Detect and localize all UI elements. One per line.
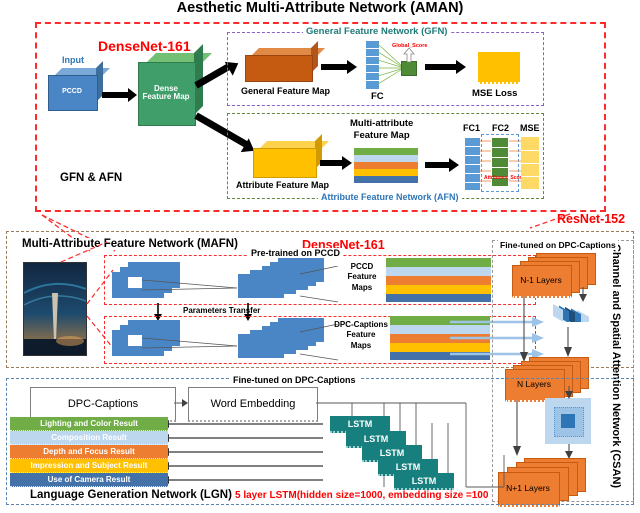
afn-mse-column	[521, 137, 539, 189]
dense-feature-map-label: Dense Feature Map	[138, 62, 194, 124]
csan-finetuned-label: Fine-tuned on DPC-Captions	[498, 240, 618, 250]
resnet-connector-lines	[529, 213, 571, 229]
pccd-fm-line-1: PCCD	[350, 262, 374, 271]
mafn-title: Multi-Attribute Feature Network (MAFN)	[20, 238, 240, 250]
arrowhead-gfm-to-fc	[347, 60, 357, 74]
lgn-finetuned-label: Fine-tuned on DPC-Captions	[230, 375, 359, 385]
cnn-conn-row2	[142, 337, 238, 349]
lstm-label-1: LSTM	[363, 433, 389, 444]
dpc-fm-line-1: DPC-Captions	[334, 320, 388, 329]
pccd-stripe-1	[386, 267, 491, 276]
arrowhead-input-to-dense	[128, 88, 137, 102]
pccd-input-label: PCCD	[62, 88, 82, 96]
lstm-label-0: LSTM	[347, 418, 373, 429]
result-label-1: Composition Result	[51, 433, 127, 442]
lgn-title: Language Generation Network (LGN)	[30, 489, 232, 501]
pccd-stripe-0	[386, 258, 491, 267]
multiattr-line-2: Feature Map	[353, 129, 410, 141]
fc-label: FC	[371, 91, 384, 102]
lstm-note: 5 layer LSTM(hidden size=1000, embedding…	[235, 490, 489, 501]
multi-attribute-stripes	[354, 148, 418, 183]
dpc-fm-line-2: Feature	[346, 330, 376, 340]
stripe-0	[354, 148, 418, 155]
arrow-nminus1-to-n	[520, 296, 528, 362]
fc1-label: FC1	[463, 123, 481, 133]
arrowhead-multiattr-to-fc1	[449, 158, 459, 172]
dense-line-2: Feature Map	[142, 92, 190, 101]
result-label-2: Depth and Focus Result	[43, 447, 135, 456]
lstm-cell-4: LSTM	[394, 473, 454, 490]
pccd-stripe-4	[386, 294, 491, 302]
lstm-label-4: LSTM	[411, 475, 437, 486]
pccd-stripe-3	[386, 285, 491, 294]
lstm-label-2: LSTM	[379, 447, 405, 458]
attributes-scores-label: Attributes_Scores	[484, 175, 528, 182]
fc1-column	[464, 137, 481, 191]
attr-scores-line-1: Attributes_Scores	[484, 175, 528, 181]
result-bar-0: Lighting and Color Result	[10, 417, 168, 431]
n-minus-1-label: N-1 Layers	[520, 275, 562, 285]
arrow-nminus1-to-channelattn	[579, 287, 587, 302]
arrow-afm-to-multiattr	[320, 160, 342, 166]
pccd-input-box: PCCD	[48, 61, 110, 111]
pccd-fm-line-2: Feature	[347, 272, 377, 282]
dpc-fm-line-3: Maps	[350, 340, 372, 350]
pccd-feature-maps-label: PCCD Feature Maps	[340, 262, 384, 293]
arrow-gfm-to-fc	[321, 64, 347, 70]
dense-feature-map-box: Dense Feature Map	[138, 44, 212, 126]
arrow-captions-to-embedding	[174, 399, 188, 407]
general-feature-map-box	[245, 41, 325, 82]
result-label-4: Use of Camera Result	[47, 475, 131, 484]
fc-column	[365, 40, 380, 90]
fc2-label: FC2	[492, 123, 510, 133]
afn-title: Attribute Feature Network (AFN)	[318, 192, 462, 202]
dpc-feature-maps-label: DPC-Captions Feature Maps	[333, 320, 389, 351]
result-bar-1: Composition Result	[10, 431, 168, 445]
page-title: Aesthetic Multi-Attribute Network (AMAN)	[176, 0, 464, 16]
aman-densenet-label: DenseNet-161	[98, 38, 191, 54]
arrowhead-fc-to-mse	[456, 60, 466, 74]
attribute-feature-map-box	[253, 134, 329, 178]
arrow-input-to-dense	[102, 92, 128, 98]
stripe-3	[354, 169, 418, 176]
arrow-multiattr-to-fc1	[425, 162, 449, 168]
attribute-feature-map-label: Attribute Feature Map	[236, 180, 330, 190]
arrow-fc-to-mse	[425, 64, 456, 70]
stripe-1	[354, 155, 418, 162]
stripe-2	[354, 162, 418, 169]
arrow-channelattn-to-n	[564, 327, 572, 357]
cnn-conn-row1	[142, 279, 238, 291]
global-score-arrow-up	[403, 48, 415, 62]
mse-loss-box	[478, 52, 520, 84]
result-bar-4: Use of Camera Result	[10, 473, 168, 487]
word-embedding-label: Word Embedding	[210, 398, 296, 410]
stripe-4	[354, 176, 418, 183]
word-embedding-box: Word Embedding	[188, 387, 318, 422]
mse-loss-label: MSE Loss	[472, 88, 518, 99]
pccd-feature-stripes	[386, 258, 491, 302]
result-label-3: Impression and Subject Result	[30, 461, 148, 470]
multi-attribute-feature-map-label: Multi-attribute Feature Map	[350, 118, 413, 142]
pretrained-label: Pre-trained on PCCD	[248, 248, 344, 258]
pccd-fm-line-3: Maps	[351, 282, 373, 292]
cnn-to-pccd-maps-line	[300, 266, 339, 303]
dpc-captions-label: DPC-Captions	[67, 398, 139, 410]
lstm-label-3: LSTM	[395, 461, 421, 472]
result-bar-2: Depth and Focus Result	[10, 445, 168, 459]
afn-mse-label: MSE	[520, 123, 540, 133]
gfn-title: General Feature Network (GFN)	[303, 26, 451, 37]
pccd-stripe-2	[386, 276, 491, 285]
general-feature-map-label: General Feature Map	[241, 86, 331, 96]
input-label: Input	[62, 55, 84, 65]
multiattr-line-1: Multi-attribute	[350, 118, 414, 129]
lgn-result-feed-lines	[159, 420, 323, 484]
arrowhead-afm-to-multiattr	[342, 156, 352, 170]
gfn-afn-section-label: GFN & AFN	[60, 172, 123, 184]
result-bar-3: Impression and Subject Result	[10, 459, 168, 473]
result-label-0: Lighting and Color Result	[40, 419, 138, 428]
fc-output-node	[401, 61, 417, 76]
